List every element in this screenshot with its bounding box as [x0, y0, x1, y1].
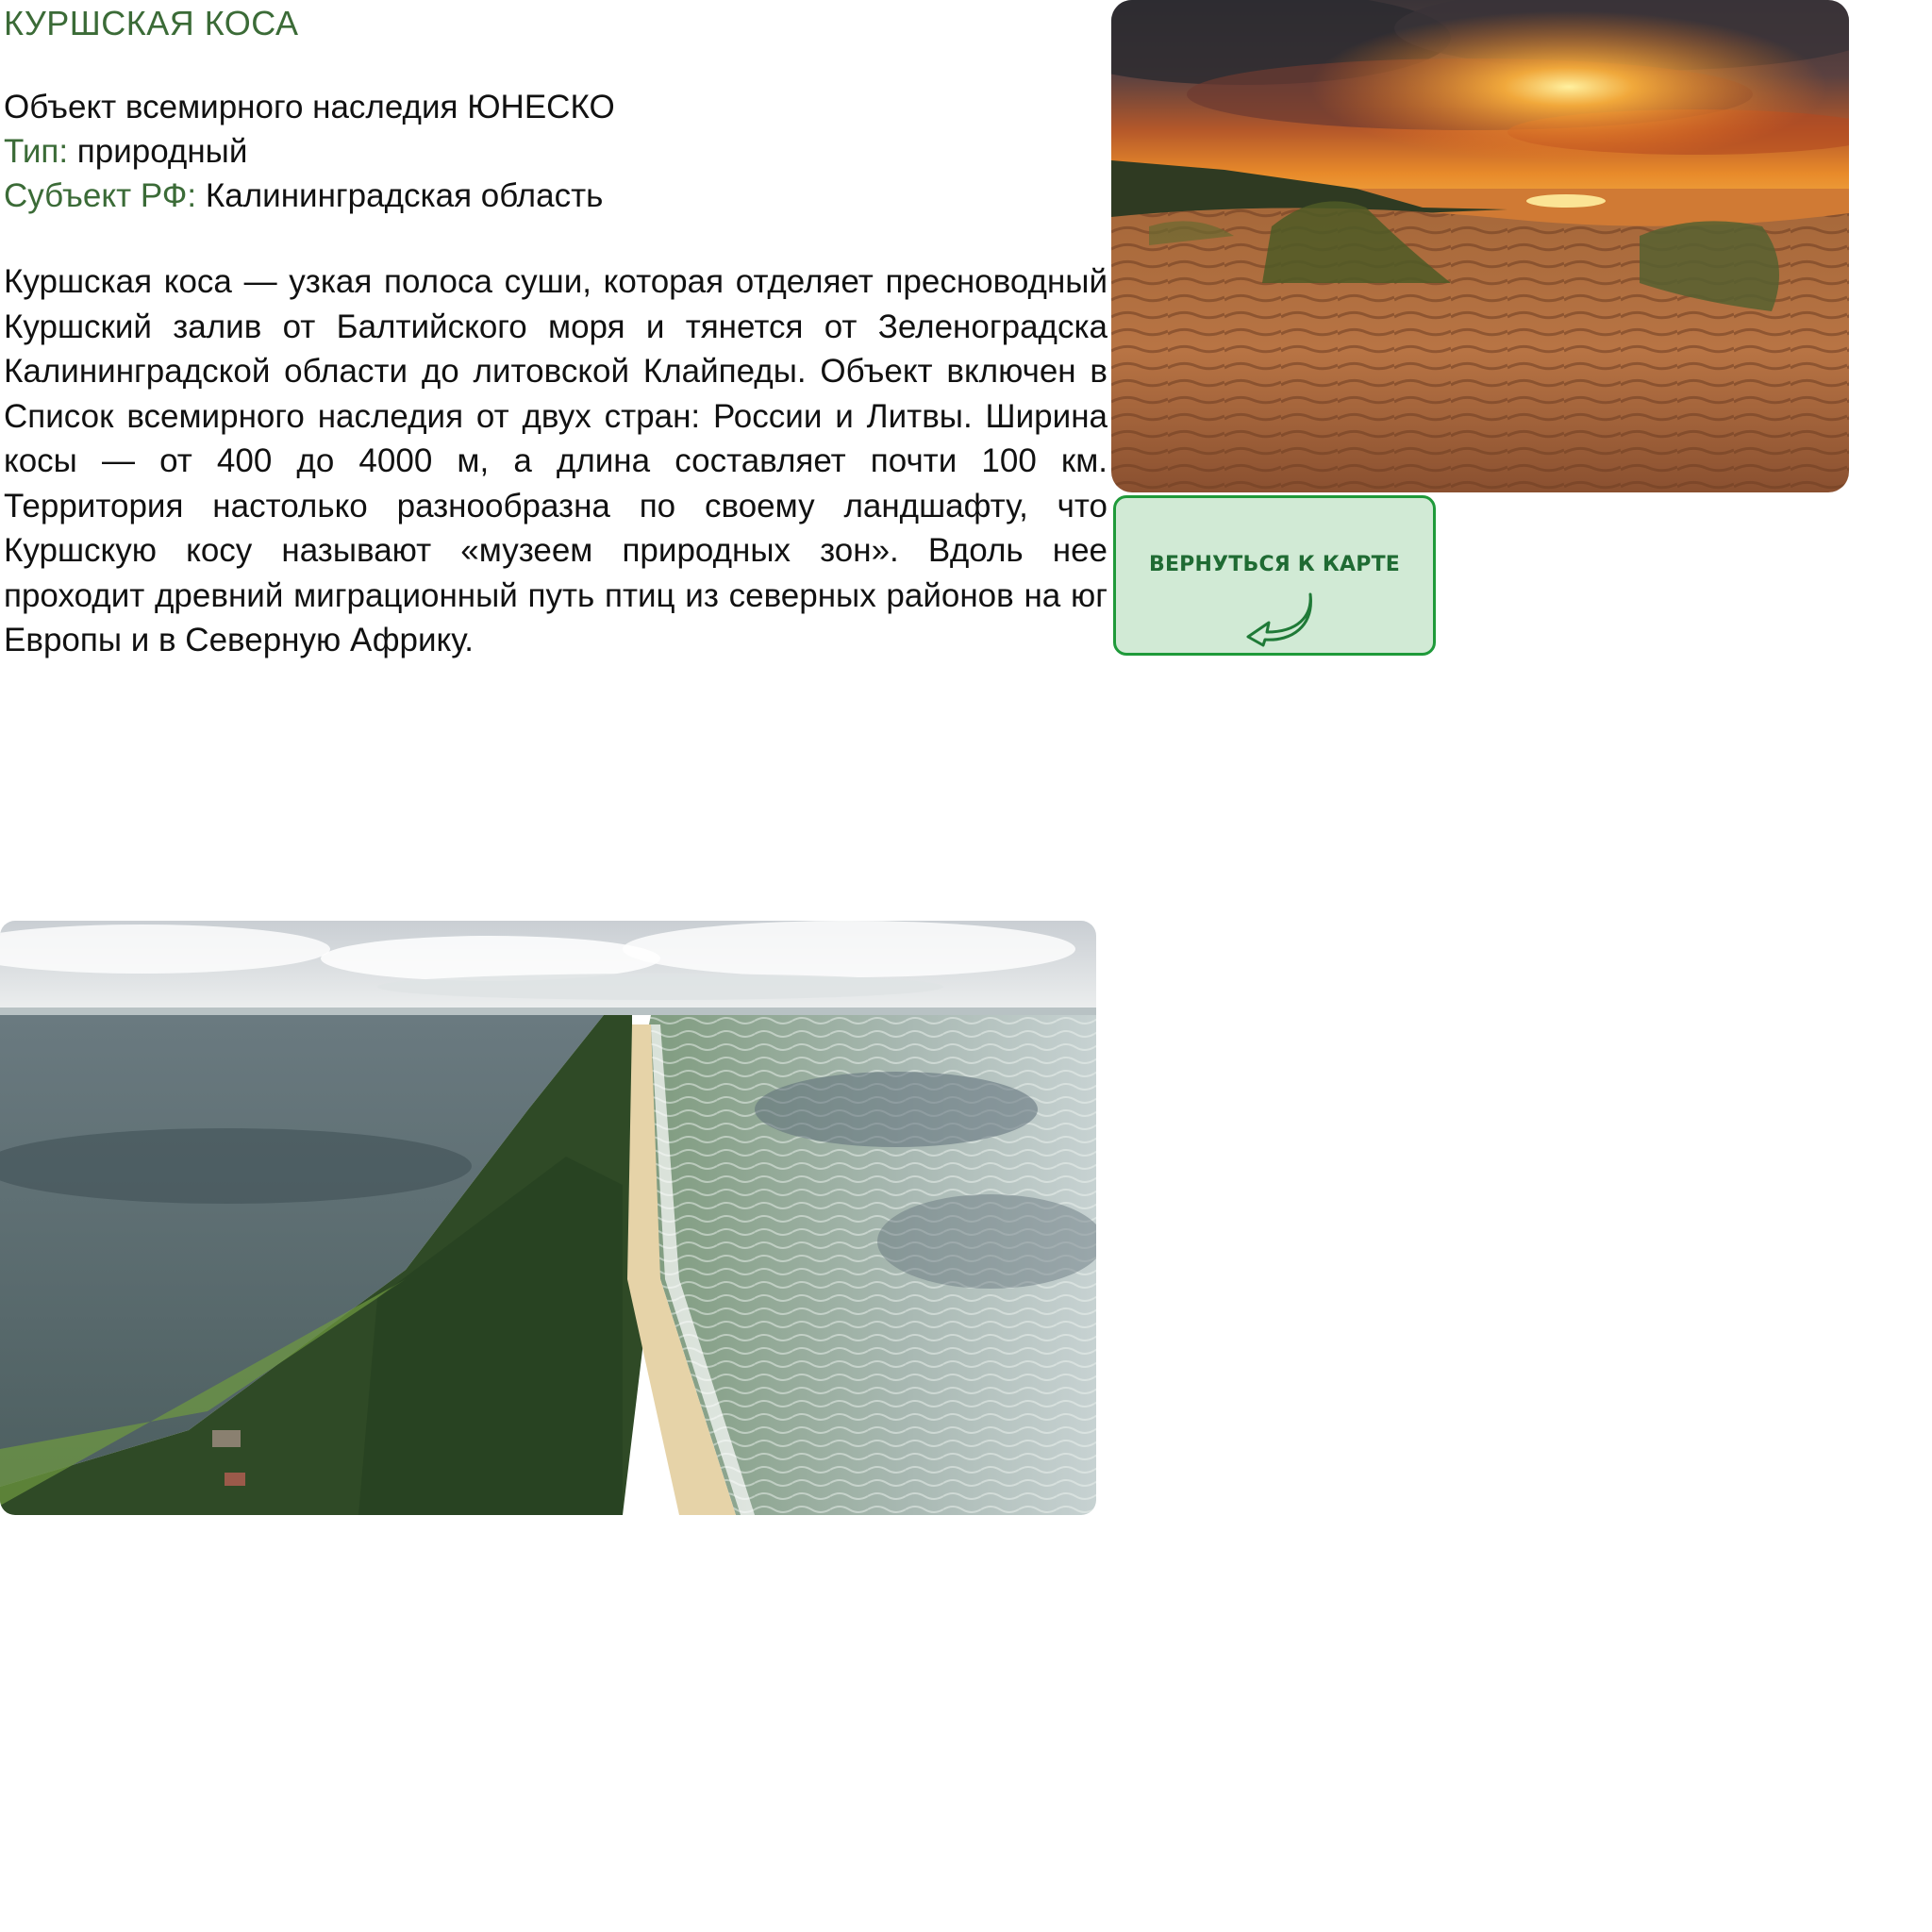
dunes-sunset-photo	[1111, 0, 1849, 492]
info-block: Объект всемирного наследия ЮНЕСКО Тип: п…	[4, 85, 615, 218]
back-to-map-button[interactable]: ВЕРНУТЬСЯ К КАРТЕ	[1113, 495, 1436, 656]
back-arrow-icon	[1246, 592, 1312, 647]
subject-key: Субъект РФ:	[4, 177, 197, 214]
type-line: Тип: природный	[4, 129, 615, 174]
spit-aerial-photo	[0, 921, 1096, 1515]
description-text: Куршская коса — узкая полоса суши, котор…	[4, 263, 1108, 658]
subject-value: Калининградская область	[196, 177, 604, 214]
page-title: КУРШСКАЯ КОСА	[4, 4, 299, 42]
subject-line: Субъект РФ: Калининградская область	[4, 174, 615, 218]
unesco-line: Объект всемирного наследия ЮНЕСКО	[4, 89, 615, 125]
back-to-map-label: ВЕРНУТЬСЯ К КАРТЕ	[1148, 553, 1401, 576]
type-key: Тип:	[4, 133, 69, 170]
type-value: природный	[68, 133, 248, 170]
